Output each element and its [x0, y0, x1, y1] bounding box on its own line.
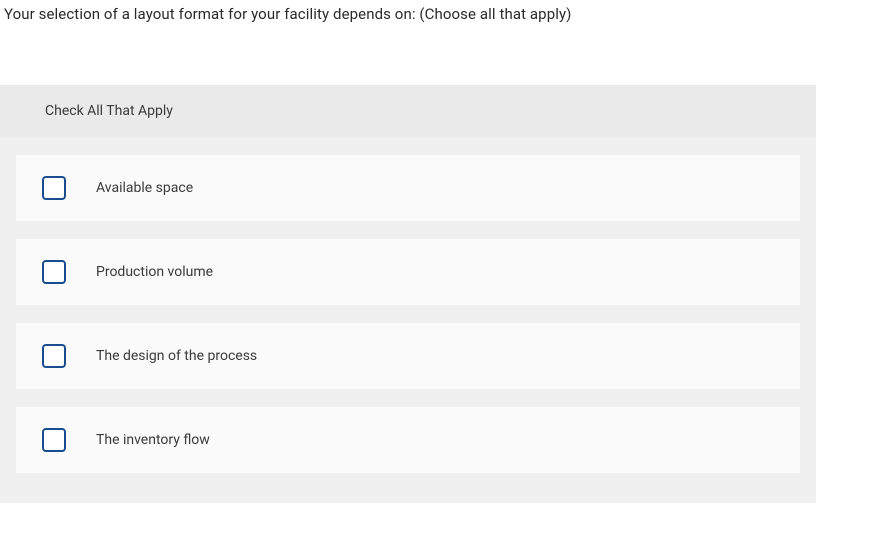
question-text: Your selection of a layout format for yo…: [0, 0, 892, 23]
option-label: Production volume: [96, 264, 213, 280]
option-label: Available space: [96, 180, 193, 196]
answer-container: Check All That Apply Available space Pro…: [0, 85, 816, 503]
checkbox-available-space[interactable]: [42, 176, 66, 200]
checkbox-inventory-flow[interactable]: [42, 428, 66, 452]
option-row[interactable]: The design of the process: [16, 323, 800, 389]
checkbox-design-process[interactable]: [42, 344, 66, 368]
option-label: The design of the process: [96, 348, 257, 364]
option-row[interactable]: Available space: [16, 155, 800, 221]
checkbox-production-volume[interactable]: [42, 260, 66, 284]
instruction-header: Check All That Apply: [0, 85, 816, 137]
option-row[interactable]: The inventory flow: [16, 407, 800, 473]
option-label: The inventory flow: [96, 432, 210, 448]
option-row[interactable]: Production volume: [16, 239, 800, 305]
options-wrapper: Available space Production volume The de…: [0, 155, 816, 473]
